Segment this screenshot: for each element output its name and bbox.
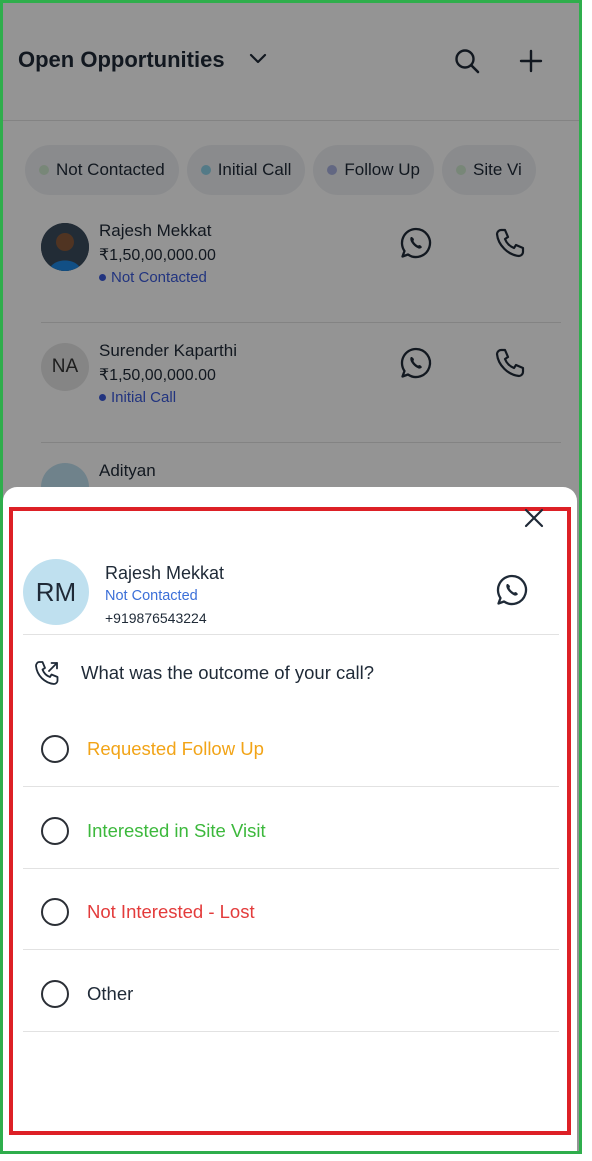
contact-summary: RM Rajesh Mekkat Not Contacted +91987654… [23, 559, 559, 635]
radio-button[interactable] [41, 735, 69, 763]
option-label: Interested in Site Visit [87, 820, 266, 841]
avatar: RM [23, 559, 89, 625]
option-label: Other [87, 983, 134, 1004]
contact-phone: +919876543224 [105, 610, 207, 626]
call-outcome-sheet: RM Rajesh Mekkat Not Contacted +91987654… [3, 487, 577, 1151]
outcome-option-interested-site-visit[interactable]: Interested in Site Visit [23, 787, 559, 869]
radio-button[interactable] [41, 817, 69, 845]
outcome-option-other[interactable]: Other [23, 950, 559, 1032]
contact-name: Rajesh Mekkat [105, 563, 225, 583]
option-label: Not Interested - Lost [87, 901, 255, 922]
radio-button[interactable] [41, 898, 69, 926]
phone-outgoing-icon [35, 661, 59, 685]
whatsapp-icon[interactable] [495, 573, 529, 607]
outcome-option-requested-follow-up[interactable]: Requested Follow Up [23, 705, 559, 787]
screen-frame: Open Opportunities Not Contacted Initial… [0, 0, 582, 1154]
radio-button[interactable] [41, 980, 69, 1008]
outcome-option-not-interested-lost[interactable]: Not Interested - Lost [23, 868, 559, 950]
option-label: Requested Follow Up [87, 738, 264, 759]
question-text: What was the outcome of your call? [81, 662, 375, 683]
contact-status: Not Contacted [105, 588, 198, 604]
outcome-question: What was the outcome of your call? [33, 659, 374, 687]
close-icon[interactable] [521, 505, 547, 531]
